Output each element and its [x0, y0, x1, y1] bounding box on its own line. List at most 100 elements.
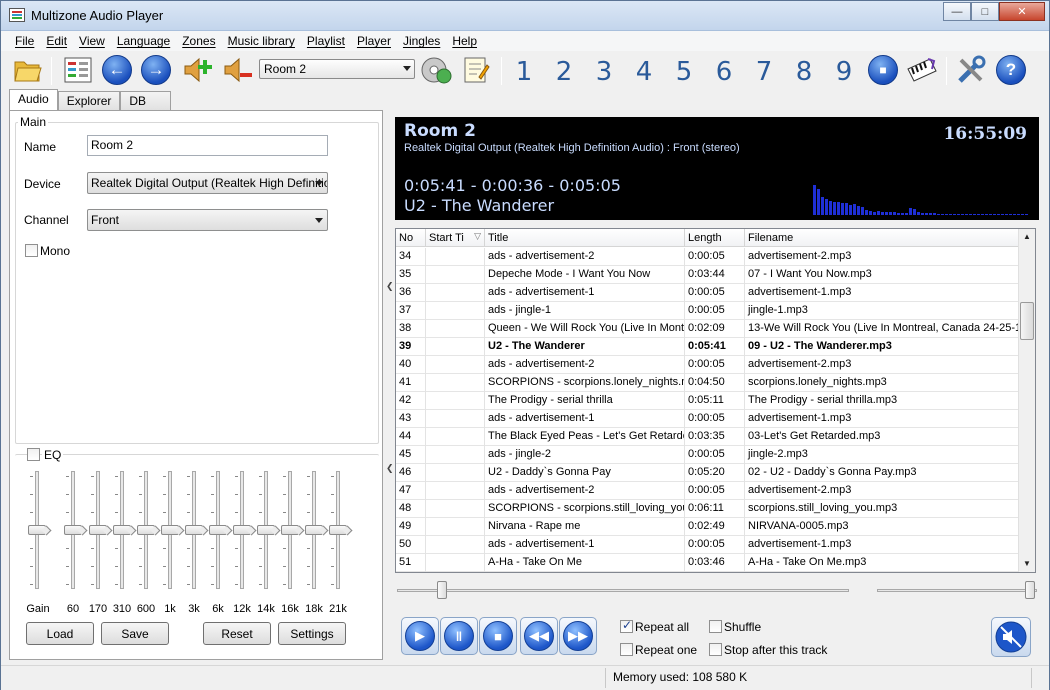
- menu-playlist[interactable]: Playlist: [301, 31, 351, 51]
- zone-2-button[interactable]: 2: [552, 57, 576, 87]
- table-row[interactable]: 35 Depeche Mode - I Want You Now 0:03:44 07…: [396, 266, 1019, 284]
- previous-zone-button[interactable]: ←: [100, 53, 134, 87]
- help-button[interactable]: ?: [994, 53, 1028, 87]
- eq-slider-18k[interactable]: [305, 525, 323, 535]
- tab-db[interactable]: DB: [120, 91, 172, 111]
- stop-after-checkbox[interactable]: [709, 643, 722, 656]
- table-row[interactable]: 42 The Prodigy - serial thrilla 0:05:11 The…: [396, 392, 1019, 410]
- maximize-button[interactable]: □: [971, 2, 999, 21]
- notes-button[interactable]: [459, 53, 493, 87]
- eq-slider-Gain[interactable]: [28, 525, 46, 535]
- eq-slider-14k[interactable]: [257, 525, 275, 535]
- column-filename[interactable]: Filename: [745, 229, 1019, 247]
- eq-slider-6k[interactable]: [209, 525, 227, 535]
- menu-player[interactable]: Player: [351, 31, 397, 51]
- equalizer-button[interactable]: [61, 53, 95, 87]
- position-slider[interactable]: [437, 581, 448, 599]
- mono-checkbox[interactable]: [25, 244, 38, 257]
- zone-4-button[interactable]: 4: [632, 57, 656, 87]
- table-row[interactable]: 44 The Black Eyed Peas - Let's Get Retard…: [396, 428, 1019, 446]
- table-row[interactable]: 37 ads - jingle-1 0:00:05 jingle-1.mp3: [396, 302, 1019, 320]
- splitter-collapse-icon[interactable]: ❮: [386, 281, 394, 292]
- table-row[interactable]: 50 ads - advertisement-1 0:00:05 advertisem…: [396, 536, 1019, 554]
- table-row[interactable]: 39 U2 - The Wanderer 0:05:41 09 - U2 - The …: [396, 338, 1019, 356]
- zone-5-button[interactable]: 5: [672, 57, 696, 87]
- menu-zones[interactable]: Zones: [176, 31, 221, 51]
- jingles-button[interactable]: [905, 53, 939, 87]
- table-row[interactable]: 49 Nirvana - Rape me 0:02:49 NIRVANA-0005.m…: [396, 518, 1019, 536]
- eq-slider-310[interactable]: [113, 525, 131, 535]
- minimize-button[interactable]: —: [943, 2, 971, 21]
- zone-3-button[interactable]: 3: [592, 57, 616, 87]
- table-row[interactable]: 43 ads - advertisement-1 0:00:05 advertisem…: [396, 410, 1019, 428]
- splitter-collapse-icon[interactable]: ❮: [386, 463, 394, 474]
- eq-slider-21k[interactable]: [329, 525, 347, 535]
- scroll-down-icon[interactable]: ▼: [1019, 556, 1035, 572]
- table-row[interactable]: 41 SCORPIONS - scorpions.lonely_nights.mp…: [396, 374, 1019, 392]
- zone-select[interactable]: Room 2: [259, 59, 415, 79]
- column-start-time[interactable]: Start Ti ▽: [426, 229, 485, 247]
- menu-language[interactable]: Language: [111, 31, 176, 51]
- eq-slider-16k[interactable]: [281, 525, 299, 535]
- zone-8-button[interactable]: 8: [792, 57, 816, 87]
- table-row[interactable]: 36 ads - advertisement-1 0:00:05 advertisem…: [396, 284, 1019, 302]
- settings-button[interactable]: Settings: [278, 622, 346, 645]
- scroll-up-icon[interactable]: ▲: [1019, 229, 1035, 245]
- open-button[interactable]: [11, 53, 45, 87]
- eq-slider-600[interactable]: [137, 525, 155, 535]
- repeat-one-checkbox[interactable]: [620, 643, 633, 656]
- column-no[interactable]: No: [396, 229, 426, 247]
- table-row[interactable]: 46 U2 - Daddy`s Gonna Pay 0:05:20 02 - U2 -…: [396, 464, 1019, 482]
- eq-slider-170[interactable]: [89, 525, 107, 535]
- shuffle-checkbox[interactable]: [709, 620, 722, 633]
- add-zone-button[interactable]: [181, 53, 215, 87]
- playlist-scrollbar[interactable]: ▲ ▼: [1018, 229, 1035, 572]
- column-length[interactable]: Length: [685, 229, 745, 247]
- zone-1-button[interactable]: 1: [512, 57, 536, 87]
- table-row[interactable]: 47 ads - advertisement-2 0:00:05 advertisem…: [396, 482, 1019, 500]
- repeat-all-checkbox[interactable]: [620, 618, 633, 633]
- next-track-button[interactable]: ▶▶: [559, 617, 597, 655]
- device-select[interactable]: Realtek Digital Output (Realtek High Def…: [87, 172, 328, 194]
- table-row[interactable]: 51 A-Ha - Take On Me 0:03:46 A-Ha - Take On…: [396, 554, 1019, 572]
- tab-explorer[interactable]: Explorer: [57, 91, 121, 111]
- remove-zone-button[interactable]: [221, 53, 255, 87]
- reset-button[interactable]: Reset: [203, 622, 271, 645]
- menu-view[interactable]: View: [73, 31, 111, 51]
- menu-jingles[interactable]: Jingles: [397, 31, 446, 51]
- zone-6-button[interactable]: 6: [712, 57, 736, 87]
- zone-7-button[interactable]: 7: [752, 57, 776, 87]
- close-button[interactable]: ✕: [999, 2, 1045, 21]
- music-library-button[interactable]: [419, 53, 453, 87]
- previous-track-button[interactable]: ◀◀: [520, 617, 558, 655]
- load-button[interactable]: Load: [26, 622, 94, 645]
- menu-file[interactable]: File: [9, 31, 40, 51]
- tab-audio[interactable]: Audio: [9, 89, 58, 111]
- table-row[interactable]: 40 ads - advertisement-2 0:00:05 advertisem…: [396, 356, 1019, 374]
- stop-button[interactable]: ■: [479, 617, 517, 655]
- menu-edit[interactable]: Edit: [40, 31, 73, 51]
- pause-button[interactable]: ‖: [440, 617, 478, 655]
- eq-slider-12k[interactable]: [233, 525, 251, 535]
- menu-music-library[interactable]: Music library: [222, 31, 301, 51]
- table-row[interactable]: 48 SCORPIONS - scorpions.still_loving_you…: [396, 500, 1019, 518]
- eq-slider-1k[interactable]: [161, 525, 179, 535]
- settings-tools-button[interactable]: [954, 53, 988, 87]
- stop-all-button[interactable]: ■: [866, 53, 900, 87]
- eq-slider-3k[interactable]: [185, 525, 203, 535]
- menu-help[interactable]: Help: [446, 31, 483, 51]
- next-zone-button[interactable]: →: [139, 53, 173, 87]
- table-row[interactable]: 45 ads - jingle-2 0:00:05 jingle-2.mp3: [396, 446, 1019, 464]
- volume-slider[interactable]: [1025, 581, 1036, 599]
- scroll-thumb[interactable]: [1020, 302, 1034, 340]
- channel-select[interactable]: Front: [87, 209, 328, 231]
- playlist-table[interactable]: No Start Ti ▽ Title Length Filename 34 ads…: [395, 228, 1036, 573]
- play-button[interactable]: ▶: [401, 617, 439, 655]
- eq-checkbox[interactable]: [27, 448, 40, 461]
- save-button[interactable]: Save: [101, 622, 169, 645]
- eq-slider-60[interactable]: [64, 525, 82, 535]
- zone-9-button[interactable]: 9: [832, 57, 856, 87]
- column-title[interactable]: Title: [485, 229, 685, 247]
- table-row[interactable]: 34 ads - advertisement-2 0:00:05 advertisem…: [396, 248, 1019, 266]
- mute-button[interactable]: [991, 617, 1031, 657]
